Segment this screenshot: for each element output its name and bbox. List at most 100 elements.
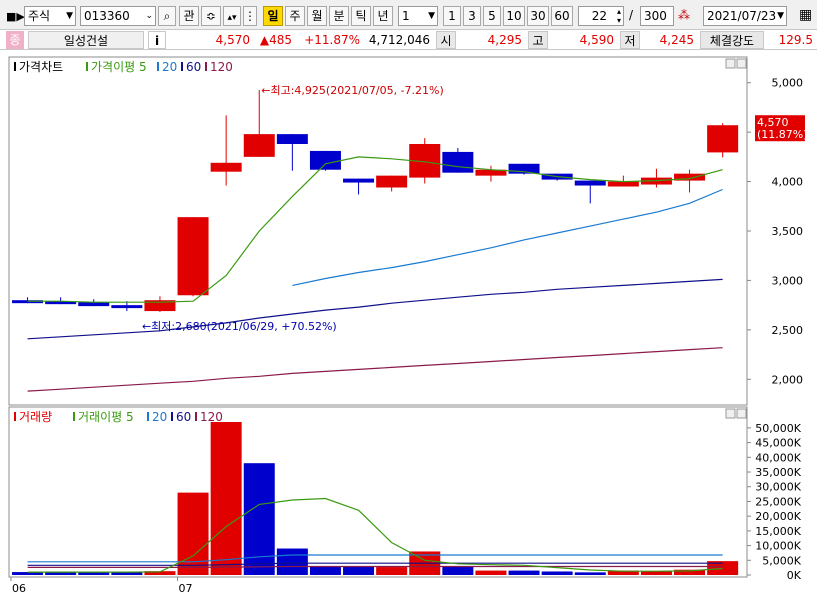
volume-bar[interactable]: [177, 492, 209, 575]
volume-tick-label: 45,000K: [755, 437, 801, 450]
chevron-down-icon: ⌄: [145, 11, 153, 21]
period-tab-tick[interactable]: 틱: [351, 6, 371, 26]
chart-tools-icon[interactable]: ▦: [799, 7, 812, 23]
candle[interactable]: [111, 305, 143, 309]
panel-min-button[interactable]: [725, 58, 736, 69]
vpanel-close-button[interactable]: [736, 408, 747, 419]
legend-swatch-ma5: [86, 62, 88, 71]
high-annotation: ←최고:4,925(2021/07/05, -7.21%): [261, 84, 444, 97]
options-button[interactable]: ⋮: [243, 6, 257, 26]
volume-bar[interactable]: [343, 566, 375, 575]
interval-select[interactable]: 1 ▼: [398, 6, 438, 26]
legend-vma20: 20: [152, 410, 167, 424]
candle[interactable]: [607, 181, 639, 187]
legend-volume: 거래량: [19, 410, 52, 424]
candle[interactable]: [210, 162, 242, 172]
volume-tick-label: 0K: [787, 569, 802, 582]
volume-bar[interactable]: [541, 571, 573, 575]
legend-swatch-ma20: [157, 62, 159, 71]
volume-bar[interactable]: [640, 571, 672, 575]
current-price: 4,570: [215, 33, 250, 47]
quick-count-3[interactable]: 3: [463, 6, 481, 26]
prev-stock-button[interactable]: ≎: [201, 6, 221, 26]
vpanel-min-button[interactable]: [725, 408, 736, 419]
candle[interactable]: [376, 175, 408, 188]
legend-price-chart: 가격차트: [19, 60, 63, 74]
high-label: 고: [528, 31, 548, 49]
low-price: 4,245: [659, 33, 694, 47]
quick-count-5[interactable]: 5: [483, 6, 501, 26]
change-percent: +11.87%: [304, 33, 360, 47]
panel-close-button[interactable]: [736, 58, 747, 69]
count-separator: /: [629, 8, 634, 22]
candle[interactable]: [309, 150, 341, 170]
chevron-down-icon: ▼: [777, 11, 784, 21]
period-tab-week[interactable]: 주: [285, 6, 305, 26]
toolbar: ■▶ 주식 ▼ 013360 ⌄ ⌕ 관 ≎ ▴▾ ⋮ 일 주 월 분 틱 년 …: [0, 0, 817, 30]
chart-window: ■▶ 주식 ▼ 013360 ⌄ ⌕ 관 ≎ ▴▾ ⋮ 일 주 월 분 틱 년 …: [0, 0, 817, 595]
candle[interactable]: [574, 180, 606, 186]
menu-dots-icon: ⋮: [244, 9, 256, 23]
chevron-down-icon: ▼: [66, 11, 73, 21]
spinner-icon: ▴▾: [227, 13, 237, 23]
info-button[interactable]: i: [148, 31, 166, 49]
candle[interactable]: [276, 134, 308, 145]
code-input[interactable]: 013360 ⌄: [80, 6, 156, 26]
legend-vma120: 120: [200, 410, 223, 424]
price-change: ▲485: [259, 33, 292, 47]
total-count-input[interactable]: 300: [640, 6, 674, 26]
volume-bar[interactable]: [475, 570, 507, 575]
legend-swatch-vma20: [147, 412, 149, 421]
date-select[interactable]: 2021/07/23 ▼: [703, 6, 787, 26]
quick-count-1[interactable]: 1: [443, 6, 461, 26]
last-price-pct: (11.87%): [757, 128, 808, 141]
low-label: 저: [620, 31, 640, 49]
strength-value: 129.5: [778, 33, 813, 47]
volume-bar[interactable]: [210, 422, 242, 575]
quick-count-30[interactable]: 30: [527, 6, 549, 26]
period-tab-day[interactable]: 일: [263, 6, 283, 26]
interest-button[interactable]: 관: [179, 6, 199, 26]
view-count-input[interactable]: 22 ▴ ▾: [578, 6, 624, 26]
volume-bar[interactable]: [309, 566, 341, 575]
price-tick-label: 2,500: [772, 324, 804, 337]
volume-bar[interactable]: [574, 572, 606, 575]
legend-vma60: 60: [176, 410, 191, 424]
legend-vma5: 거래이평 5: [78, 410, 134, 424]
period-tab-month[interactable]: 월: [307, 6, 327, 26]
price-legend: 가격차트 가격이평 5 20 60 120: [14, 60, 233, 74]
category-select[interactable]: 주식 ▼: [24, 6, 76, 26]
legend-swatch-vma5: [73, 412, 75, 421]
legend-ma60: 60: [186, 60, 201, 74]
period-tab-minute[interactable]: 분: [329, 6, 349, 26]
low-annotation: ←최저:2,680(2021/06/29, +70.52%): [142, 320, 337, 333]
volume-tick-label: 30,000K: [755, 481, 801, 494]
trade-volume: 4,712,046: [368, 33, 430, 47]
volume-bar[interactable]: [508, 570, 540, 575]
quick-count-10[interactable]: 10: [503, 6, 525, 26]
strength-label: 체결강도: [700, 31, 764, 49]
updown-button[interactable]: ▴▾: [223, 6, 241, 26]
volume-tick-label: 35,000K: [755, 466, 801, 479]
candle[interactable]: [177, 217, 209, 296]
legend-ma120: 120: [210, 60, 233, 74]
grid-settings-icon[interactable]: ⁂: [678, 8, 690, 22]
x-tick-label: 06: [12, 582, 26, 595]
volume-bar[interactable]: [276, 548, 308, 575]
candle[interactable]: [243, 134, 275, 157]
volume-bar[interactable]: [376, 567, 408, 575]
volume-bar[interactable]: [442, 566, 474, 575]
quick-count-60[interactable]: 60: [551, 6, 573, 26]
candle[interactable]: [707, 125, 739, 153]
price-tick-label: 4,000: [772, 176, 804, 189]
price-tick-label: 3,000: [772, 274, 804, 287]
candle[interactable]: [442, 151, 474, 173]
volume-bar[interactable]: [111, 572, 143, 575]
period-tab-year[interactable]: 년: [373, 6, 393, 26]
pin-icon[interactable]: ■▶: [6, 10, 25, 23]
stock-chart[interactable]: 가격차트 가격이평 5 20 60 120 거래량 거래이평 5 20 60 1…: [0, 50, 817, 595]
search-button[interactable]: ⌕: [158, 6, 176, 26]
stock-name[interactable]: 일성건설: [28, 31, 144, 49]
stock-badge: 종: [6, 31, 24, 49]
candle[interactable]: [343, 178, 375, 183]
